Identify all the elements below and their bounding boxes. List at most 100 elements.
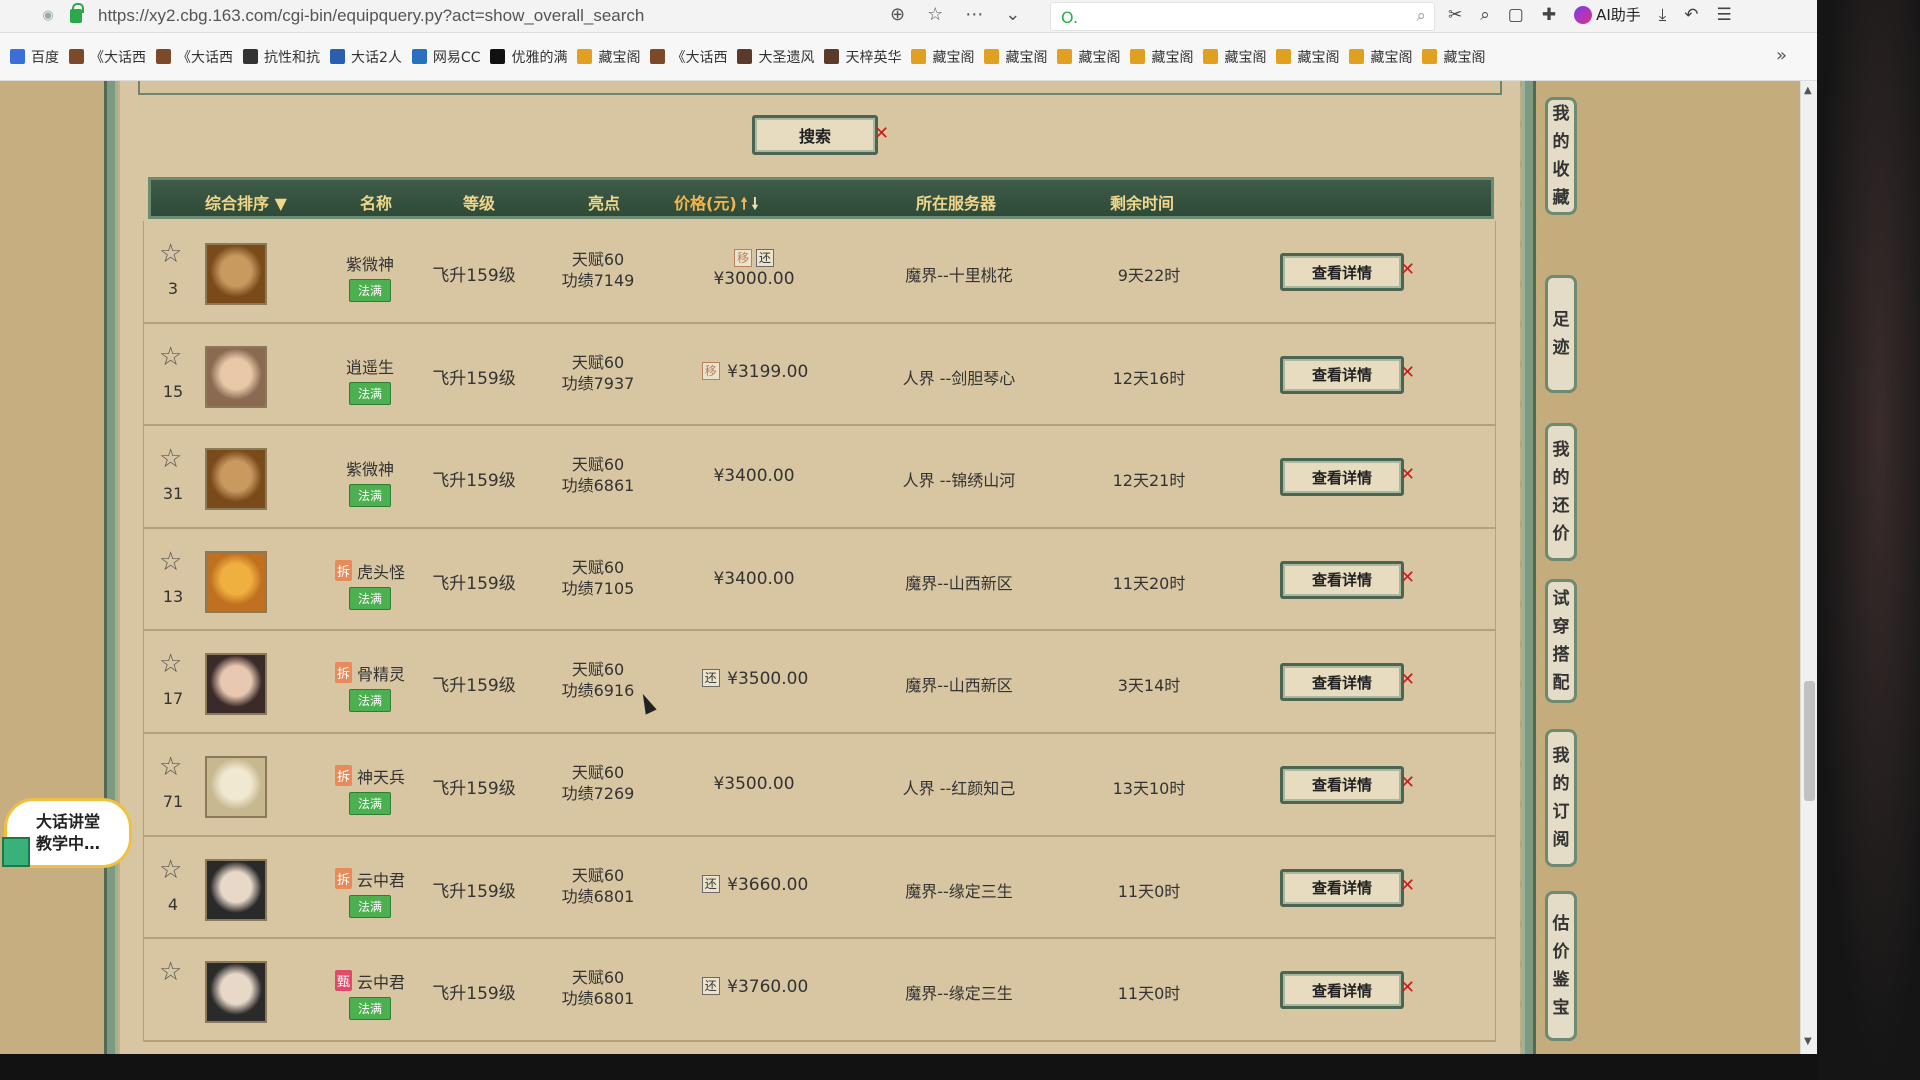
cut-icon[interactable]: ✂ [1448,5,1462,25]
download-icon[interactable]: ⤓ [1659,5,1667,25]
undo-icon[interactable]: ↶ [1684,5,1698,25]
favorite-star-icon[interactable]: ☆ [159,857,187,883]
bookmark-item[interactable]: 藏宝阁 [911,47,974,67]
location-icon[interactable]: ⊕ [890,4,905,25]
arrow-down-icon[interactable]: 🠗 [752,194,759,213]
bookmark-item[interactable]: 大圣遗风 [737,47,814,67]
view-detail-button[interactable]: 查看详情 [1280,458,1404,497]
bookmark-item[interactable]: 藏宝阁 [1349,47,1412,67]
view-detail-button[interactable]: 查看详情 [1280,971,1404,1010]
scroll-up-icon[interactable]: ▲ [1804,85,1812,96]
server-text: 魔界--山西新区 [905,573,1013,593]
search-button[interactable]: 搜索 [752,115,878,155]
sidebar-tab[interactable]: 足迹 [1545,275,1577,393]
search-engine-icon[interactable]: O. [1061,8,1078,27]
lecture-line1: 大话讲堂 [35,812,100,831]
avatar[interactable] [205,961,267,1024]
search-icon[interactable]: ⌕ [1416,6,1426,26]
view-detail-button[interactable]: 查看详情 [1280,765,1404,804]
sidebar-tab[interactable]: 我的还价 [1545,423,1577,561]
extensions-icon[interactable]: ✚ [1542,5,1556,25]
view-detail-button[interactable]: 查看详情 [1280,868,1404,907]
avatar[interactable] [205,755,267,818]
bookmarks-overflow-icon[interactable]: » [1776,45,1787,66]
price-header[interactable]: 价格(元) 🠕 🠗 [674,190,758,220]
screenshot-icon[interactable]: ▢ [1508,5,1524,25]
price-value: ¥3500.00 [713,773,795,794]
talent-text: 天赋60 [571,455,625,475]
price-cell: 还 ¥3500.00 [654,659,854,689]
arrow-up-icon[interactable]: 🠕 [741,194,748,213]
avatar[interactable] [205,858,267,921]
highlight-header: 亮点 [587,194,620,213]
favorite-star-icon[interactable]: ☆ [159,651,187,677]
status-badge: 法满 [348,894,391,918]
status-badge: 法满 [348,381,391,405]
table-row: ☆ 3 紫微神 法满 飞升159级 天赋60 功绩7149 移还 ¥3000.00 魔界--十里桃… [143,221,1496,324]
bookmark-item[interactable]: 百度 [10,47,59,67]
bookmark-item[interactable]: 藏宝阁 [1276,47,1339,67]
sidebar-tab[interactable]: 试穿搭配 [1545,579,1577,703]
view-detail-button[interactable]: 查看详情 [1280,253,1404,291]
favorite-star-icon[interactable]: ☆ [159,344,187,370]
bookmark-item[interactable]: 藏宝阁 [1203,47,1266,67]
level-text: 飞升159级 [432,266,516,286]
avatar[interactable] [205,243,267,305]
star-icon[interactable]: ☆ [927,4,943,25]
sidebar-tab-char: 迹 [1552,338,1570,358]
sidebar-tab-char: 我 [1552,104,1570,124]
sidebar-tab[interactable]: 估价鉴宝 [1545,891,1577,1041]
favorite-star-icon[interactable]: ☆ [159,549,187,575]
view-detail-button[interactable]: 查看详情 [1280,355,1404,394]
bookmark-item[interactable]: 藏宝阁 [1130,47,1193,67]
bookmark-item[interactable]: 藏宝阁 [1422,47,1485,67]
role-name: 骨精灵 [357,665,406,685]
sidebar-tab[interactable]: 我的订阅 [1545,729,1577,867]
highlight-cell: 天赋60 功绩7149 [538,249,658,291]
page-scrollbar[interactable]: ▲ ▼ [1800,81,1817,1054]
favorite-star-icon[interactable]: ☆ [159,241,187,267]
search-box[interactable]: O. ⌕ [1050,2,1435,31]
find-icon[interactable]: ⌕ [1480,5,1490,25]
scroll-thumb[interactable] [1804,681,1815,801]
url-text[interactable]: https://xy2.cbg.163.com/cgi-bin/equipque… [98,6,644,26]
favorite-star-icon[interactable]: ☆ [159,446,187,472]
bookmark-item[interactable]: 《大话西 [156,47,233,67]
ai-assistant-button[interactable]: AI助手 [1574,4,1641,25]
avatar[interactable] [205,653,267,716]
reader-icon[interactable]: ◉ [40,8,56,24]
sidebar-tab[interactable]: 我的收藏 [1545,97,1577,215]
scroll-down-icon[interactable]: ▼ [1804,1036,1812,1047]
favorite-star-icon[interactable]: ☆ [159,959,187,985]
price-cell: ¥3400.00 [654,454,854,486]
price-cell: ¥3400.00 [654,557,854,589]
time-header: 剩余时间 [1109,194,1174,213]
bookmark-item[interactable]: 《大话西 [69,47,146,67]
sidebar-tab-char: 宝 [1552,998,1570,1018]
more-icon[interactable]: ⋯ [965,4,983,25]
time-left-text: 12天16时 [1112,368,1186,388]
menu-icon[interactable]: ☰ [1717,5,1732,25]
view-detail-button[interactable]: 查看详情 [1280,663,1404,702]
sort-header[interactable]: 综合排序 ▼ [205,190,287,214]
bookmark-item[interactable]: 网易CC [411,47,480,67]
level-text: 飞升159级 [432,984,516,1005]
bookmark-item[interactable]: 天梓英华 [824,47,901,67]
favorite-star-icon[interactable]: ☆ [159,754,187,780]
bookmark-icon [911,49,927,64]
chevron-down-icon[interactable]: ⌄ [1005,4,1020,25]
sidebar-tab-char: 阅 [1552,830,1570,850]
bookmark-item[interactable]: 优雅的满 [490,47,567,67]
avatar[interactable] [205,448,267,511]
bookmark-item[interactable]: 大话2人 [330,47,402,67]
avatar[interactable] [205,345,267,408]
bookmark-item[interactable]: 《大话西 [650,47,727,67]
bookmark-item[interactable]: 抗性和抗 [243,47,320,67]
bookmark-item[interactable]: 藏宝阁 [1057,47,1120,67]
bookmark-item[interactable]: 藏宝阁 [984,47,1047,67]
avatar[interactable] [205,550,267,613]
rank-number: 15 [162,381,184,401]
bookmark-item[interactable]: 藏宝阁 [577,47,640,67]
view-detail-button[interactable]: 查看详情 [1280,560,1404,599]
server-text: 人界 --剑胆琴心 [902,368,1016,388]
